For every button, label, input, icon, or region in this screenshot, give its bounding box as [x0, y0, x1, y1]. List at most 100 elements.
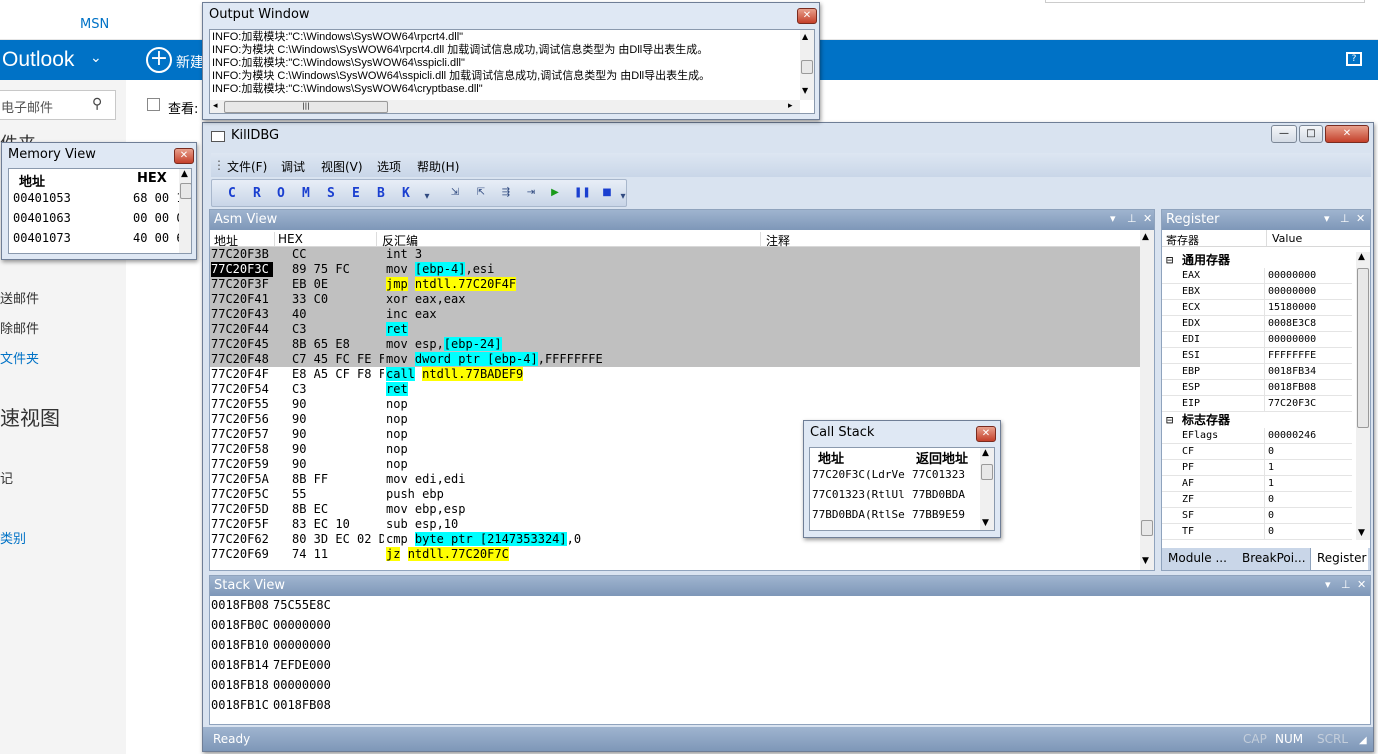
register-row[interactable]: PF 1: [1162, 460, 1352, 476]
general-registers-group[interactable]: ⊟ 通用存器: [1162, 252, 1352, 268]
menu-options[interactable]: 选项: [377, 158, 401, 175]
asm-scrollbar[interactable]: ▲ ▼: [1140, 230, 1154, 570]
top-search-box[interactable]: [1045, 0, 1365, 3]
output-vscrollbar[interactable]: ▲ ▼: [800, 30, 814, 100]
asm-row[interactable]: 77C20F69 74 11 jz ntdll.77C20F7C: [210, 547, 1140, 562]
maximize-button[interactable]: □: [1299, 125, 1323, 143]
menu-view[interactable]: 视图(V): [321, 158, 363, 175]
scroll-thumb[interactable]: [180, 183, 191, 199]
scroll-up-icon[interactable]: ▲: [982, 448, 989, 458]
col-hex[interactable]: HEX: [137, 171, 167, 186]
search-icon[interactable]: ⚲: [92, 96, 102, 112]
memory-close-button[interactable]: ✕: [174, 148, 194, 164]
tab-register[interactable]: Register: [1310, 548, 1368, 570]
menu-debug[interactable]: 调试: [281, 158, 305, 175]
register-row[interactable]: EBX 00000000: [1162, 284, 1352, 300]
pause-icon[interactable]: ❚❚: [574, 186, 591, 200]
toolbar-s-button[interactable]: S: [327, 186, 335, 201]
register-row[interactable]: ECX 15180000: [1162, 300, 1352, 316]
tab-breakpoints[interactable]: BreakPoi...: [1242, 551, 1306, 565]
register-row[interactable]: EDX 0008E3C8: [1162, 316, 1352, 332]
scroll-up-icon[interactable]: ▲: [1358, 252, 1365, 262]
run-icon[interactable]: ▶: [548, 186, 562, 200]
register-row[interactable]: ZF 0: [1162, 492, 1352, 508]
call-stack-scrollbar[interactable]: ▲ ▼: [980, 448, 994, 530]
register-row[interactable]: CF 0: [1162, 444, 1352, 460]
step-over-icon[interactable]: ⇱: [474, 186, 488, 200]
asm-row[interactable]: 77C20F3B CC int 3: [210, 247, 1140, 262]
run-to-cursor-icon[interactable]: ⇥: [524, 186, 538, 200]
minimize-button[interactable]: —: [1271, 125, 1297, 143]
step-into-icon[interactable]: ⇲: [448, 186, 462, 200]
nav-deleted[interactable]: 除邮件: [0, 318, 39, 337]
register-row[interactable]: TF 0: [1162, 524, 1352, 540]
pin-icon[interactable]: ⊥: [1340, 212, 1350, 225]
scroll-down-icon[interactable]: ▼: [1358, 528, 1365, 538]
asm-row[interactable]: 77C20F45 8B 65 E8 mov esp,[ebp-24]: [210, 337, 1140, 352]
step-out-icon[interactable]: ⇶: [499, 186, 513, 200]
output-hscrollbar[interactable]: ◂ ||| ▸: [210, 100, 800, 113]
toolbar-r-button[interactable]: R: [253, 186, 261, 201]
call-stack-row[interactable]: 77C20F3C(LdrVe 77C01323: [810, 468, 980, 488]
pane-menu-icon[interactable]: ▾: [1325, 578, 1331, 591]
scroll-up-icon[interactable]: ▲: [802, 32, 808, 41]
asm-row[interactable]: 77C20F3F EB 0E jmp ntdll.77C20F4F: [210, 277, 1140, 292]
scroll-down-icon[interactable]: ▼: [982, 518, 989, 528]
scroll-down-icon[interactable]: ▼: [1142, 556, 1149, 566]
select-all-checkbox[interactable]: [147, 98, 160, 111]
register-row[interactable]: ESP 0018FB08: [1162, 380, 1352, 396]
register-row[interactable]: EBP 0018FB34: [1162, 364, 1352, 380]
pin-icon[interactable]: ⊥: [1127, 212, 1137, 225]
register-row[interactable]: AF 1: [1162, 476, 1352, 492]
feedback-icon[interactable]: ?: [1346, 52, 1362, 66]
resize-grip-icon[interactable]: ◢: [1359, 735, 1367, 746]
call-stack-row[interactable]: 77BD0BDA(RtlSe 77BB9E59: [810, 508, 980, 528]
col-register[interactable]: 寄存器: [1166, 232, 1199, 248]
toolbar-k-button[interactable]: K: [402, 186, 410, 201]
register-row[interactable]: EAX 00000000: [1162, 268, 1352, 284]
register-row[interactable]: EIP 77C20F3C: [1162, 396, 1352, 412]
scroll-down-icon[interactable]: ▼: [802, 86, 808, 95]
asm-row[interactable]: 77C20F4F E8 A5 CF F8 FF call ntdll.77BADEF…: [210, 367, 1140, 382]
memory-scrollbar[interactable]: ▲: [179, 169, 191, 253]
nav-new-folder[interactable]: 文件夹: [0, 348, 39, 367]
close-button[interactable]: ✕: [1325, 125, 1369, 143]
asm-row[interactable]: 77C20F44 C3 ret: [210, 322, 1140, 337]
general-registers-group-toggle-icon[interactable]: ⊟: [1166, 252, 1173, 268]
toolbar-o-button[interactable]: O: [277, 186, 285, 201]
scroll-thumb[interactable]: [1357, 268, 1369, 428]
flag-registers-group-toggle-icon[interactable]: ⊟: [1166, 412, 1173, 428]
pin-icon[interactable]: ⊥: [1341, 578, 1351, 591]
call-stack-row[interactable]: 77C01323(RtlUl 77BD0BDA: [810, 488, 980, 508]
scroll-right-icon[interactable]: ▸: [788, 101, 793, 111]
scroll-up-icon[interactable]: ▲: [1142, 232, 1149, 242]
register-scrollbar[interactable]: ▲ ▼: [1356, 252, 1370, 540]
output-close-button[interactable]: ✕: [797, 8, 817, 24]
scroll-left-icon[interactable]: ◂: [213, 101, 218, 111]
scroll-up-icon[interactable]: ▲: [181, 169, 188, 179]
asm-row[interactable]: 77C20F41 33 C0 xor eax,eax: [210, 292, 1140, 307]
nav-note[interactable]: 记: [0, 468, 13, 487]
menu-file[interactable]: 文件(F): [227, 158, 267, 175]
view-label[interactable]: 查看:: [168, 98, 198, 117]
memory-row[interactable]: 00401073 40 00 6: [9, 231, 184, 251]
pane-close-icon[interactable]: ✕: [1143, 212, 1152, 225]
register-row[interactable]: ESI FFFFFFFE: [1162, 348, 1352, 364]
nav-sent[interactable]: 送邮件: [0, 288, 39, 307]
pane-close-icon[interactable]: ✕: [1356, 212, 1365, 225]
chevron-down-icon[interactable]: ⌄: [90, 50, 102, 66]
toolbar-b-button[interactable]: B: [377, 186, 385, 201]
col-address[interactable]: 地址: [19, 171, 45, 190]
asm-row[interactable]: 77C20F43 40 inc eax: [210, 307, 1140, 322]
call-stack-close-button[interactable]: ✕: [976, 426, 996, 442]
memory-row[interactable]: 00401053 68 00 1: [9, 191, 184, 211]
asm-row[interactable]: 77C20F55 90 nop: [210, 397, 1140, 412]
h-scroll-thumb[interactable]: |||: [224, 101, 388, 113]
pane-menu-icon[interactable]: ▾: [1324, 212, 1330, 225]
asm-row[interactable]: 77C20F3C 89 75 FC mov [ebp-4],esi: [210, 262, 1140, 277]
toolbar2-overflow-icon[interactable]: ▾: [616, 190, 630, 204]
col-hex[interactable]: HEX: [278, 232, 303, 246]
plus-icon[interactable]: +: [146, 47, 172, 73]
asm-row[interactable]: 77C20F48 C7 45 FC FE FF mov dword ptr [ebp…: [210, 352, 1140, 367]
scroll-thumb[interactable]: [981, 464, 993, 480]
